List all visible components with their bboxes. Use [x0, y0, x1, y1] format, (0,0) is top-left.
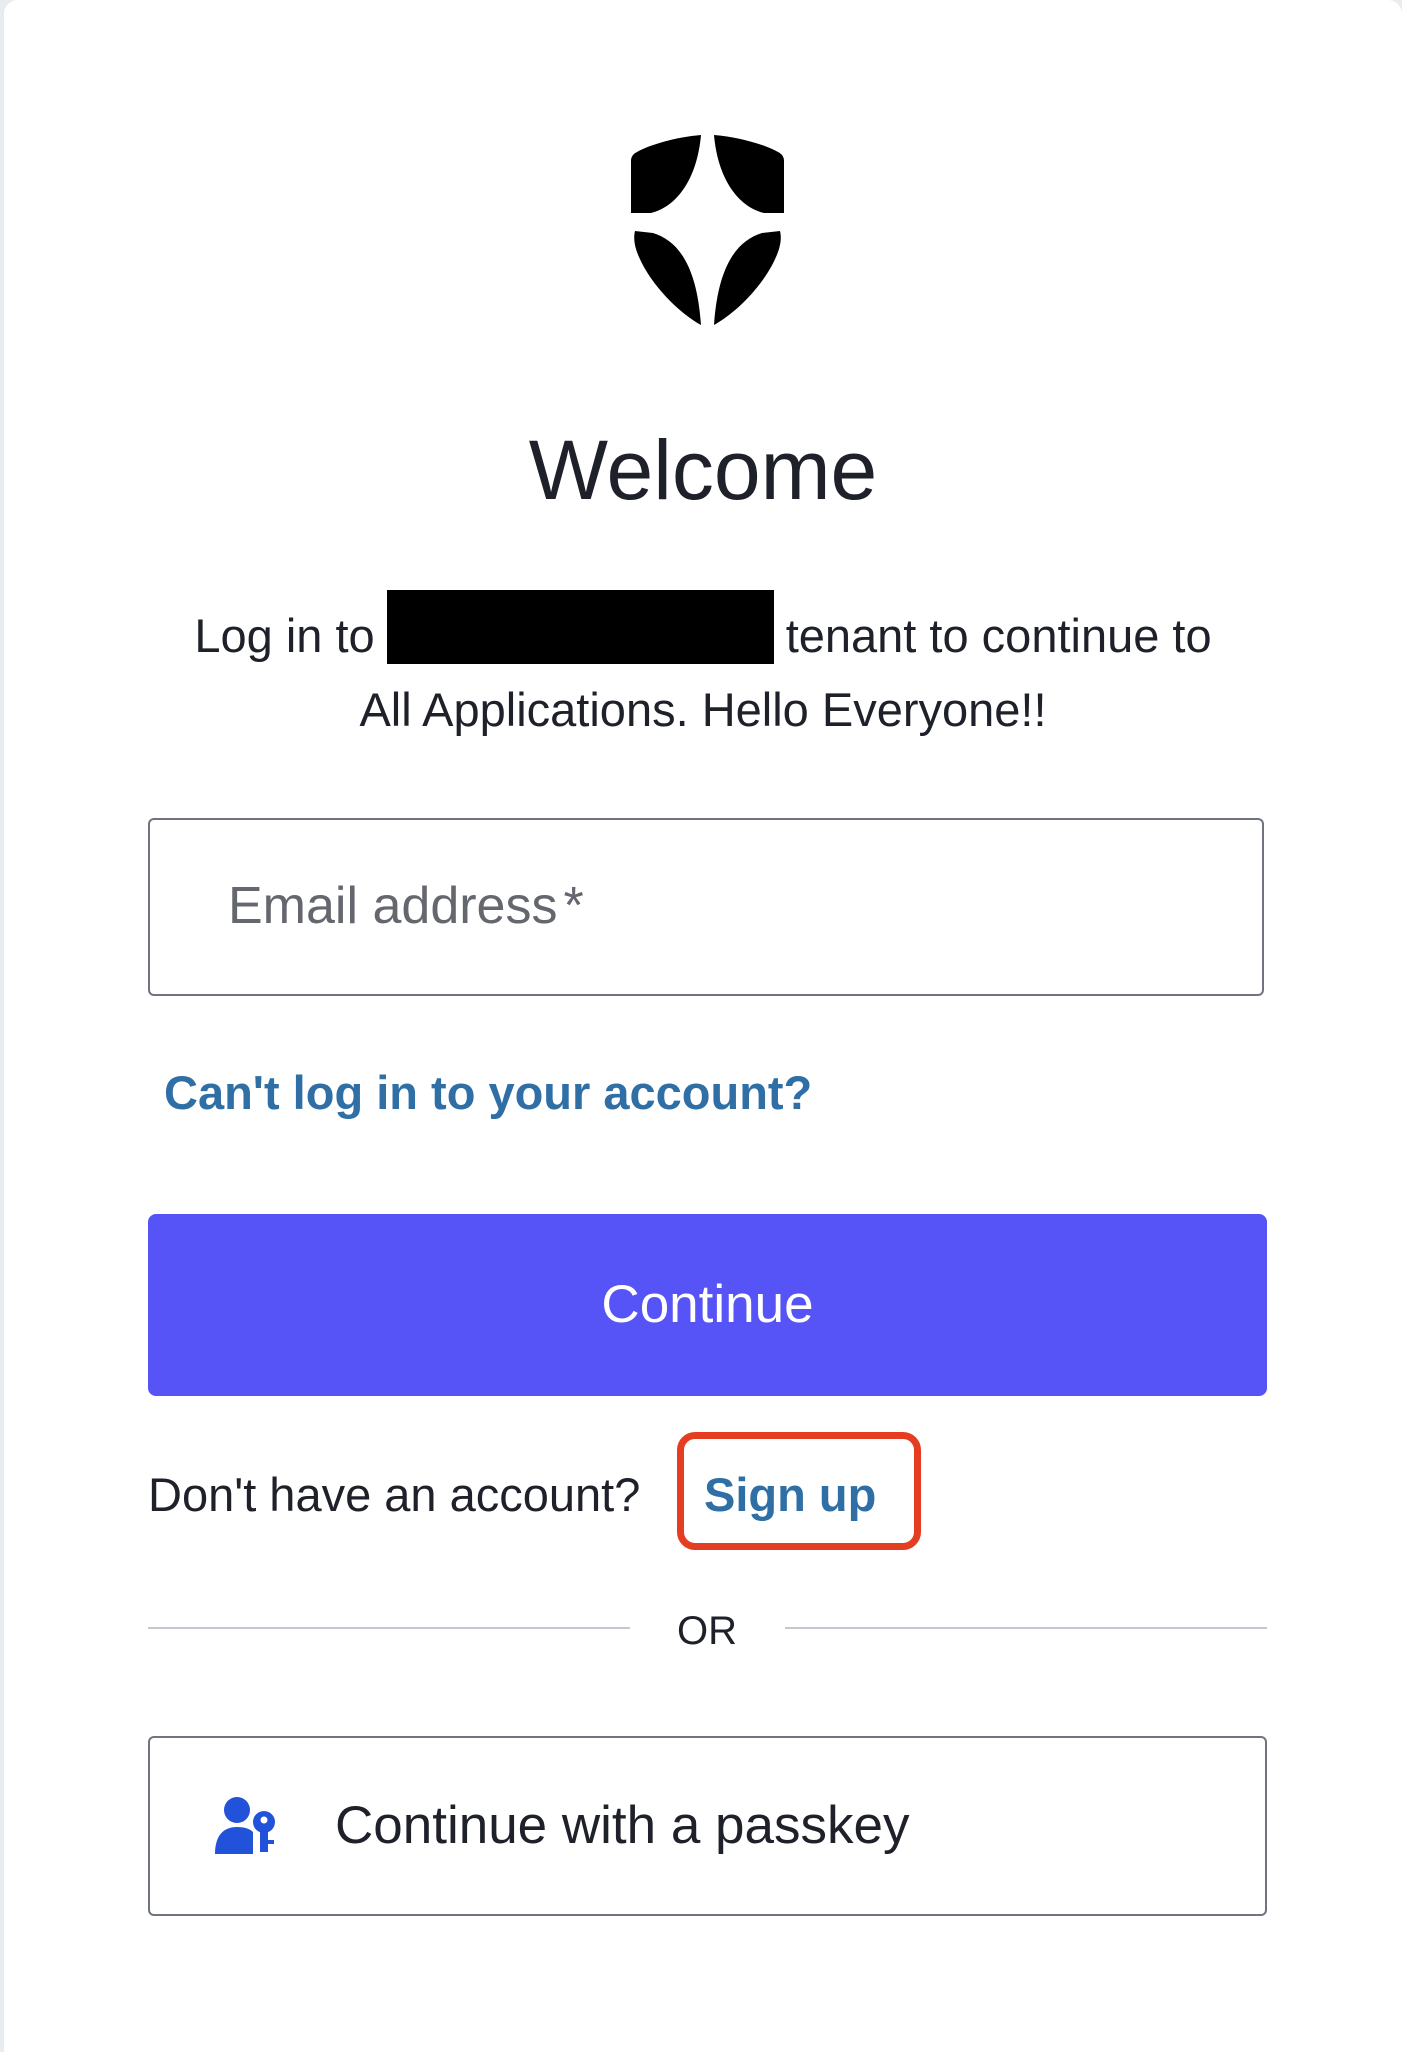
redacted-tenant-name: [386, 590, 774, 664]
sign-up-highlight-box: [677, 1432, 921, 1550]
cant-log-in-link[interactable]: Can't log in to your account?: [164, 1060, 812, 1126]
subtitle: Log in to tenant to continue to All Appli…: [148, 590, 1258, 747]
page-title: Welcome: [528, 423, 878, 517]
subtitle-line2: All Applications. Hello Everyone!!: [359, 683, 1047, 736]
required-marker: *: [563, 877, 584, 935]
user-key-icon: [215, 1797, 275, 1854]
email-label: Email address *: [228, 877, 584, 935]
continue-button[interactable]: Continue: [148, 1214, 1267, 1396]
subtitle-prefix: Log in to: [194, 609, 375, 662]
login-card: Welcome Log in to tenant to continue to A…: [4, 0, 1402, 2052]
signup-prompt: Don't have an account?: [148, 1468, 641, 1521]
divider-or-text: OR: [677, 1609, 737, 1653]
divider-line-left: [148, 1627, 630, 1629]
shield-logo-icon: [631, 135, 784, 325]
divider-line-right: [785, 1627, 1267, 1629]
passkey-label: Continue with a passkey: [335, 1796, 910, 1855]
email-field[interactable]: Email address *: [148, 818, 1264, 996]
subtitle-suffix: tenant to continue to: [785, 609, 1212, 662]
passkey-button[interactable]: Continue with a passkey: [148, 1736, 1267, 1916]
